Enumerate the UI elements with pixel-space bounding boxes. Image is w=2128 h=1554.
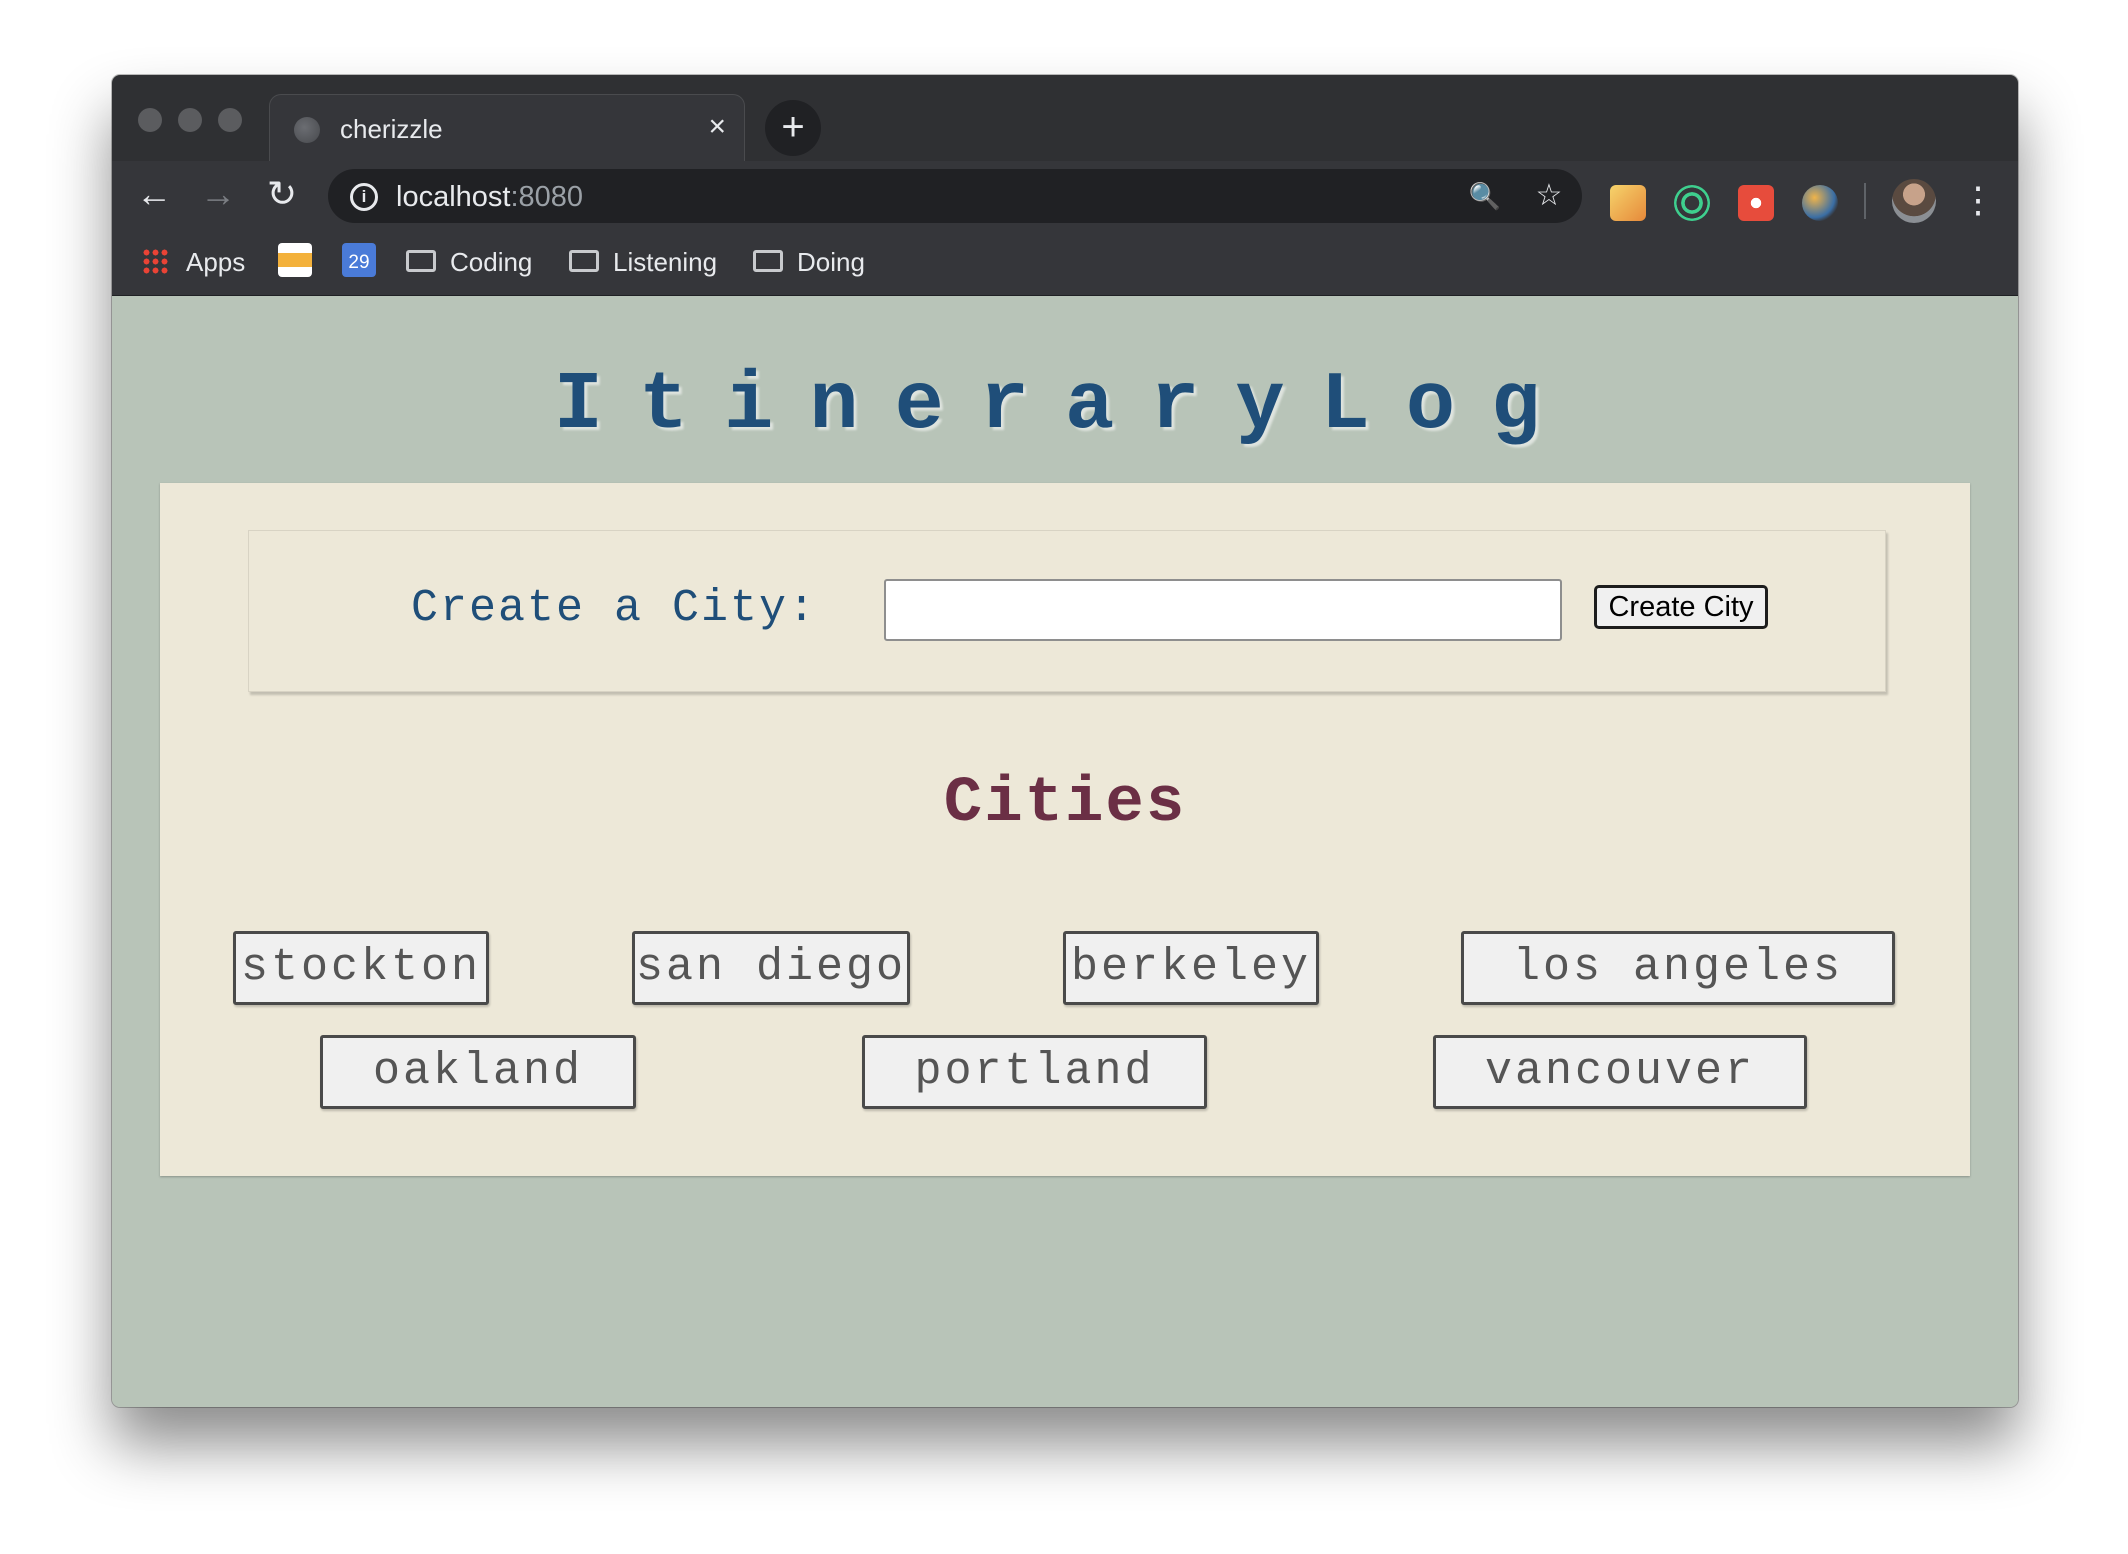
calendar-icon[interactable]: 29 xyxy=(342,243,376,277)
folder-icon xyxy=(569,250,599,273)
bookmark-folder-doing[interactable]: Doing xyxy=(753,243,865,281)
bookmark-apps-label: Apps xyxy=(186,247,246,277)
apps-grid-icon xyxy=(142,248,168,275)
toolbar-divider xyxy=(1864,183,1866,219)
extension-target-icon[interactable] xyxy=(1674,185,1710,221)
bookmark-folder-coding[interactable]: Coding xyxy=(406,243,532,281)
minimize-window-button[interactable] xyxy=(178,108,202,132)
cities-heading: Cities xyxy=(943,768,1187,840)
extension-globe-icon[interactable] xyxy=(1802,185,1838,221)
page-content: ItineraryLog Create a City: Create City … xyxy=(112,296,2018,1407)
reload-icon[interactable]: ↻ xyxy=(260,171,304,217)
bookmark-star-icon[interactable]: ☆ xyxy=(1530,177,1568,215)
city-button-stockton[interactable]: stockton xyxy=(233,931,489,1005)
create-city-label: Create a City: xyxy=(411,583,818,634)
back-icon[interactable]: ← xyxy=(132,171,176,217)
address-bar[interactable]: i localhost:8080 🔍 ☆ xyxy=(328,169,1582,223)
city-name-input[interactable] xyxy=(884,579,1562,641)
tab-title: cherizzle xyxy=(340,114,443,144)
city-button-san-diego[interactable]: san diego xyxy=(632,931,910,1005)
main-panel: Create a City: Create City Cities stockt… xyxy=(160,483,1970,1176)
maximize-window-button[interactable] xyxy=(218,108,242,132)
bookmark-sun-icon[interactable] xyxy=(278,243,312,277)
bookmarks-bar: Apps 29 Coding Listening Doing xyxy=(112,229,2018,296)
city-button-vancouver[interactable]: vancouver xyxy=(1433,1035,1807,1109)
bookmark-apps[interactable]: Apps xyxy=(142,243,245,281)
extension-weather-icon[interactable] xyxy=(1610,185,1646,221)
close-window-button[interactable] xyxy=(138,108,162,132)
globe-icon xyxy=(294,117,320,143)
close-icon[interactable]: × xyxy=(708,109,726,145)
bookmark-folder-label: Coding xyxy=(450,247,533,277)
browser-window: cherizzle × + ← → ↻ i localhost:8080 🔍 ☆… xyxy=(112,75,2018,1407)
city-button-oakland[interactable]: oakland xyxy=(320,1035,636,1109)
zoom-icon[interactable]: 🔍 xyxy=(1466,177,1504,215)
folder-icon xyxy=(753,250,783,273)
browser-tab[interactable]: cherizzle × xyxy=(269,94,745,161)
browser-toolbar: ← → ↻ i localhost:8080 🔍 ☆ ⋮ xyxy=(112,161,2018,229)
info-icon[interactable]: i xyxy=(350,183,378,211)
forward-icon[interactable]: → xyxy=(196,171,240,217)
site-title: ItineraryLog xyxy=(553,359,1577,452)
new-tab-button[interactable]: + xyxy=(765,100,821,156)
create-city-form: Create a City: Create City xyxy=(248,530,1886,692)
city-button-los-angeles[interactable]: los angeles xyxy=(1461,931,1895,1005)
url-host: localhost xyxy=(396,181,511,213)
extension-react-icon[interactable] xyxy=(1738,185,1774,221)
bookmark-folder-label: Listening xyxy=(613,247,718,277)
create-city-button[interactable]: Create City xyxy=(1594,585,1768,629)
folder-icon xyxy=(406,250,436,273)
city-button-portland[interactable]: portland xyxy=(862,1035,1207,1109)
tab-strip: cherizzle × + xyxy=(112,75,2018,161)
url-port: :8080 xyxy=(510,181,584,213)
browser-menu-icon[interactable]: ⋮ xyxy=(1960,177,1996,223)
bookmark-folder-label: Doing xyxy=(797,247,865,277)
url-text[interactable]: localhost:8080 xyxy=(396,179,583,215)
city-button-berkeley[interactable]: berkeley xyxy=(1063,931,1319,1005)
bookmark-folder-listening[interactable]: Listening xyxy=(569,243,717,281)
profile-avatar[interactable] xyxy=(1892,179,1936,223)
